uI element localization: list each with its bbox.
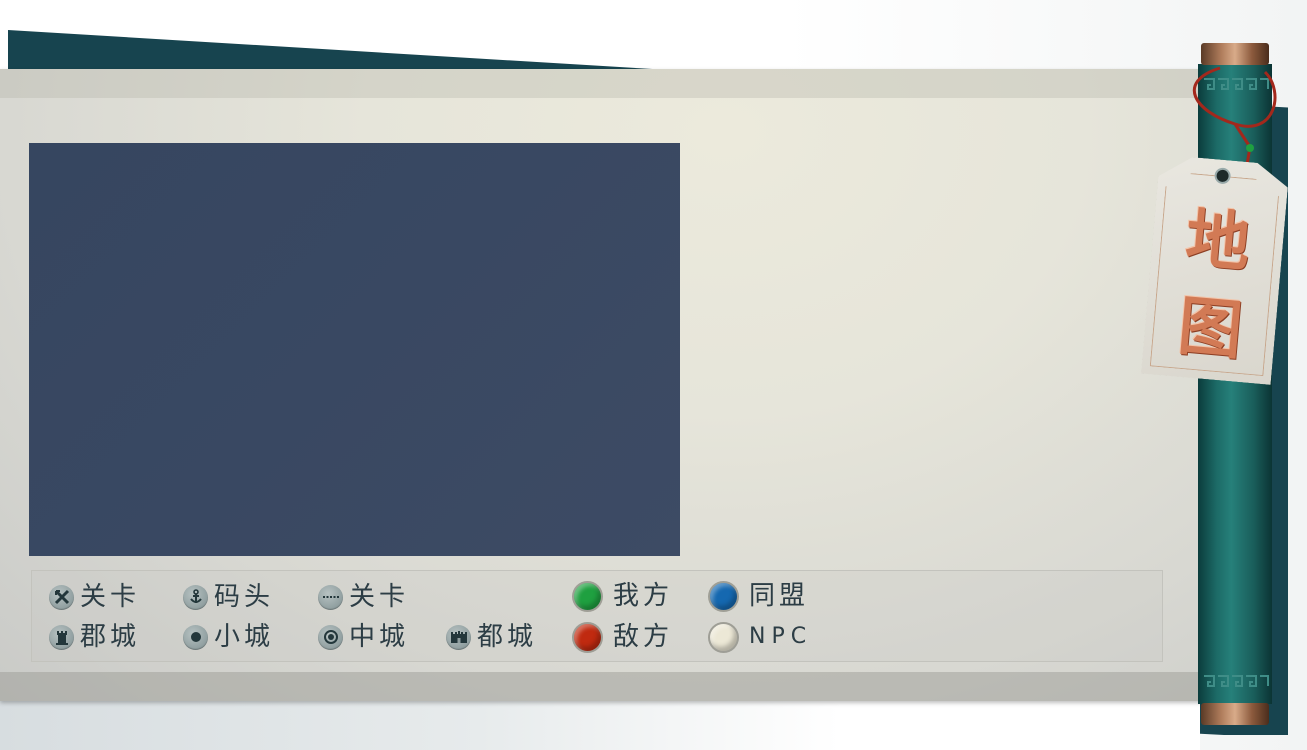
ring-dot-icon <box>318 624 343 650</box>
legend-label: 郡城 <box>80 622 141 652</box>
legend-label: 关卡 <box>80 582 141 612</box>
enemy-faction-dot <box>574 623 601 651</box>
legend-label: 我方 <box>613 581 674 611</box>
map-view[interactable] <box>29 143 680 556</box>
rod-cap-bottom <box>1201 703 1269 725</box>
dashed-line-icon <box>318 584 343 610</box>
legend-item-dock: 码头 <box>183 582 274 612</box>
legend-item-ally: 同盟 <box>710 581 809 611</box>
own-faction-dot <box>574 582 601 610</box>
bottom-fade <box>0 700 1200 750</box>
tag-title-char: 地 <box>1182 202 1253 282</box>
legend-item-enemy: 敌方 <box>574 622 673 652</box>
npc-faction-dot <box>710 623 737 651</box>
legend-label: NPC <box>749 624 813 649</box>
legend-item-pass: 关卡 <box>49 582 140 612</box>
paper-bottom-band <box>0 672 1208 701</box>
legend-label: 中城 <box>349 622 410 652</box>
small-dot-icon <box>183 624 208 650</box>
rod-ornament-bottom <box>1204 675 1269 687</box>
paper-top-band <box>0 69 1208 98</box>
tower-icon <box>49 624 74 650</box>
legend-item-small-city: 小城 <box>183 622 274 652</box>
legend-item-prefecture-city: 郡城 <box>49 622 140 652</box>
legend-label: 小城 <box>214 622 275 652</box>
tag-title-char: 图 <box>1175 289 1246 370</box>
legend-label: 同盟 <box>749 581 810 611</box>
anchor-icon <box>183 584 208 610</box>
legend-label: 都城 <box>477 622 538 652</box>
castle-wall-icon <box>446 624 471 650</box>
legend-label: 敌方 <box>613 622 674 652</box>
legend-item-capital: 都城 <box>446 622 537 652</box>
crossed-swords-icon <box>49 584 74 610</box>
map-legend: 关卡 码头 关卡 我方 同盟 郡城 小城 中城 都城 敌方 NPC <box>31 570 1163 662</box>
legend-item-own: 我方 <box>574 581 673 611</box>
map-title-tag: 地 图 <box>1141 154 1290 384</box>
ally-faction-dot <box>710 582 737 610</box>
legend-label: 码头 <box>214 582 275 612</box>
legend-item-medium-city: 中城 <box>318 622 409 652</box>
legend-label: 关卡 <box>349 582 410 612</box>
legend-item-pass-line: 关卡 <box>318 582 409 612</box>
legend-item-npc: NPC <box>710 622 812 652</box>
